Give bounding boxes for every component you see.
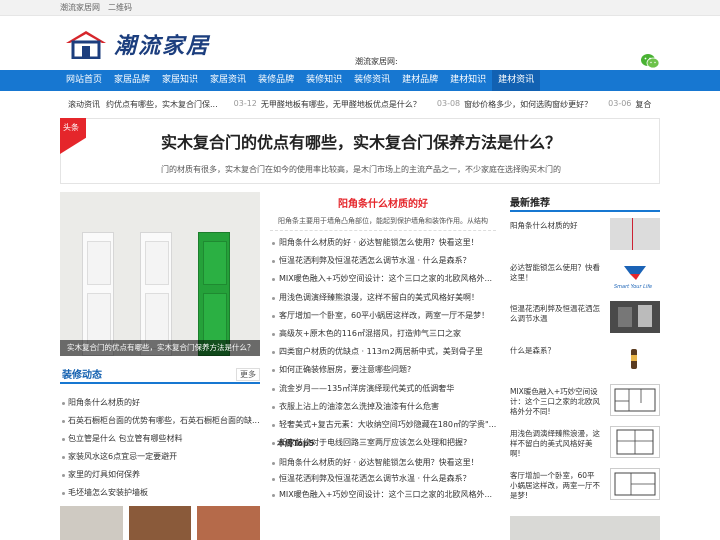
qrcode-link[interactable]: 二维码 [108, 2, 132, 13]
more-link[interactable]: 更多 [236, 368, 260, 381]
list-item[interactable]: MIX暖色融入+巧妙空间设计：这个三口之家的北欧风格外... [270, 270, 496, 288]
nav-home[interactable]: 网站首页 [60, 70, 108, 91]
nav-deco-knowledge[interactable]: 装修知识 [300, 70, 348, 91]
nav-deco-brand[interactable]: 装修品牌 [252, 70, 300, 91]
nav-home-knowledge[interactable]: 家居知识 [156, 70, 204, 91]
recommend-item[interactable]: 客厅增加一个卧室，60平小蜗居这样改，两室一厅不是梦! [510, 467, 660, 509]
middle-summary: 阳角条主要用于墙角凸角部位，能起到保护墙角和装饰作用。从结构 [278, 217, 488, 225]
recommend-section-head: 最新推荐 [510, 192, 660, 212]
ticker-item[interactable]: 约优点有哪些，实木复合门保... [106, 99, 218, 110]
list-item[interactable]: 石英石橱柜台面的优势有哪些，石英石橱柜台面的缺... [60, 412, 260, 430]
ticker-label: 滚动资讯 [68, 99, 100, 109]
logo[interactable]: 潮流家居 [64, 28, 210, 60]
section-title: 装修动态 [62, 370, 102, 381]
thumbnail-image[interactable] [510, 516, 660, 540]
feature-image[interactable]: 实木复合门的优点有哪些，实木复合门保养方法是什么？ [60, 192, 260, 356]
headline-desc: 门的材质有很多，实木复合门在如今的使用率比较高，是木门市场上的主流产品之一，不少… [161, 165, 561, 174]
thumbnail-image [610, 218, 660, 250]
ticker-item[interactable]: 03-12 无甲醛地板有哪些，无甲醛地板优点是什么？ [234, 99, 421, 110]
list-item[interactable]: 家里的灯具如何保养 [60, 466, 260, 484]
recommend-list: 阳角条什么材质的好 必达智能锁怎么使用？快看这里！ Smart Your Lif… [510, 218, 660, 509]
recommend-item[interactable]: 恒温花洒利弊及恒温花洒怎么调节水温 [510, 301, 660, 342]
thumbnail-image [610, 342, 660, 375]
list-item[interactable]: 包立管是什么 包立管有哪些材料 [60, 430, 260, 448]
thumbnail-image[interactable] [60, 506, 123, 540]
list-item[interactable]: 阳角条什么材质的好 · 必达智能锁怎么使用？快看这里！ [270, 234, 496, 252]
headline-title[interactable]: 实木复合门的优点有哪些，实木复合门保养方法是什么？ [61, 129, 661, 153]
recommend-item[interactable]: 必达智能锁怎么使用？快看这里！ Smart Your Life [510, 259, 660, 301]
white-door-image [140, 232, 172, 356]
list-item[interactable]: MIX暖色融入+巧妙空间设计：这个三口之家的北欧风格外... [270, 487, 496, 503]
list-item[interactable]: 轻奢美式+复古元素：大收纳空间巧妙隐藏在180㎡的学贵"... [270, 416, 496, 434]
thumbnail-image [610, 384, 660, 417]
top5-list: 阳角条什么材质的好 · 必达智能锁怎么使用？快看这里！ 恒温花洒利弊及恒温花洒怎… [270, 455, 496, 503]
thumbnail-image[interactable] [128, 506, 192, 540]
headline-box: 头条 实木复合门的优点有哪些，实木复合门保养方法是什么？ 门的材质有很多，实木复… [60, 118, 660, 184]
recommend-item[interactable]: 什么是森系？ [510, 342, 660, 384]
top5-title: 本周Top5 [277, 439, 315, 448]
logo-text: 潮流家居 [114, 33, 211, 59]
thumbnail-image [610, 301, 660, 334]
section-title: 最新推荐 [510, 198, 550, 209]
nav-material-knowledge[interactable]: 建材知识 [444, 70, 492, 91]
wechat-icon[interactable] [640, 53, 660, 69]
list-item[interactable]: 高级灰+原木色的116㎡混搭风，打造帅气三口之家 [270, 325, 496, 343]
nav-material-brand[interactable]: 建材品牌 [396, 70, 444, 91]
ticker-item[interactable]: 03-08 窗纱价格多少，如何选购窗纱更好？ [437, 99, 592, 110]
ticker-item[interactable]: 03-06 复合 [608, 99, 651, 110]
site-name-link[interactable]: 潮流家居网 [60, 2, 100, 13]
decoration-list: 阳角条什么材质的好 石英石橱柜台面的优势有哪些，石英石橱柜台面的缺... 包立管… [60, 394, 260, 502]
green-door-image [198, 232, 230, 356]
nav-material-news[interactable]: 建材资讯 [492, 70, 541, 91]
list-item[interactable]: 家装风水这6点宜忌一定要避开 [60, 448, 260, 466]
news-ticker: 滚动资讯 约优点有哪些，实木复合门保... 03-12 无甲醛地板有哪些，无甲醛… [60, 97, 660, 111]
list-item[interactable]: 衣服上沾上的油漆怎么洗掉及油漆有什么危害 [270, 398, 496, 416]
list-item[interactable]: 如何正确装修厨房，要注意哪些问题? [270, 361, 496, 379]
bottom-thumbnails [60, 506, 261, 540]
list-item[interactable]: 流金岁月——135㎡洋房演绎现代美式的低调奢华 [270, 380, 496, 398]
house-logo-icon [64, 29, 108, 60]
nav-home-news[interactable]: 家居资讯 [204, 70, 252, 91]
decoration-section-head: 装修动态 更多 [60, 364, 260, 384]
thumbnail-image[interactable] [197, 506, 261, 540]
recommend-item[interactable]: 用浅色调演绎臻熊浪漫，这样不留白的美式风格好美啊! [510, 425, 660, 467]
thumbnail-image [610, 425, 660, 458]
recommend-item[interactable]: 阳角条什么材质的好 [510, 218, 660, 259]
header-site-label: 潮流家居网: [355, 57, 398, 66]
thumbnail-image [610, 467, 660, 500]
feature-caption: 实木复合门的优点有哪些，实木复合门保养方法是什么？ [60, 340, 260, 356]
divider [270, 230, 496, 231]
list-item[interactable]: 用浅色调演绎臻熊浪漫，这样不留白的美式风格好美啊！ [270, 289, 496, 307]
list-item[interactable]: 毛坯墙怎么安装护墙板 [60, 484, 260, 502]
list-item[interactable]: 恒温花洒利弊及恒温花洒怎么调节水温 · 什么是森系？ [270, 252, 496, 270]
middle-list: 阳角条什么材质的好 · 必达智能锁怎么使用？快看这里！ 恒温花洒利弊及恒温花洒怎… [270, 234, 496, 452]
top-bar: 潮流家居网 二维码 [0, 0, 720, 16]
white-door-image [82, 232, 114, 356]
list-item[interactable]: 阳角条什么材质的好 · 必达智能锁怎么使用？快看这里！ [270, 455, 496, 471]
list-item[interactable]: 阳角条什么材质的好 [60, 394, 260, 412]
header: 潮流家居 潮流家居网: [0, 16, 720, 70]
thumbnail-image: Smart Your Life [610, 259, 660, 292]
list-item[interactable]: 四类窗户材质的优缺点 · 113m2两居新中式，美到骨子里 [270, 343, 496, 361]
list-item[interactable]: 恒温花洒利弊及恒温花洒怎么调节水温 · 什么是森系？ [270, 471, 496, 487]
recommend-item[interactable]: MIX暖色融入+巧妙空间设计：这个三口之家的北欧风格外分不同! [510, 384, 660, 425]
list-item[interactable]: 客厅增加一个卧室，60平小蜗居这样改，两室一厅不是梦！ [270, 307, 496, 325]
middle-title[interactable]: 阳角条什么材质的好 [270, 195, 496, 210]
main-nav: 网站首页 家居品牌 家居知识 家居资讯 装修品牌 装修知识 装修资讯 建材品牌 … [0, 70, 720, 91]
nav-deco-news[interactable]: 装修资讯 [348, 70, 396, 91]
nav-home-brand[interactable]: 家居品牌 [108, 70, 156, 91]
